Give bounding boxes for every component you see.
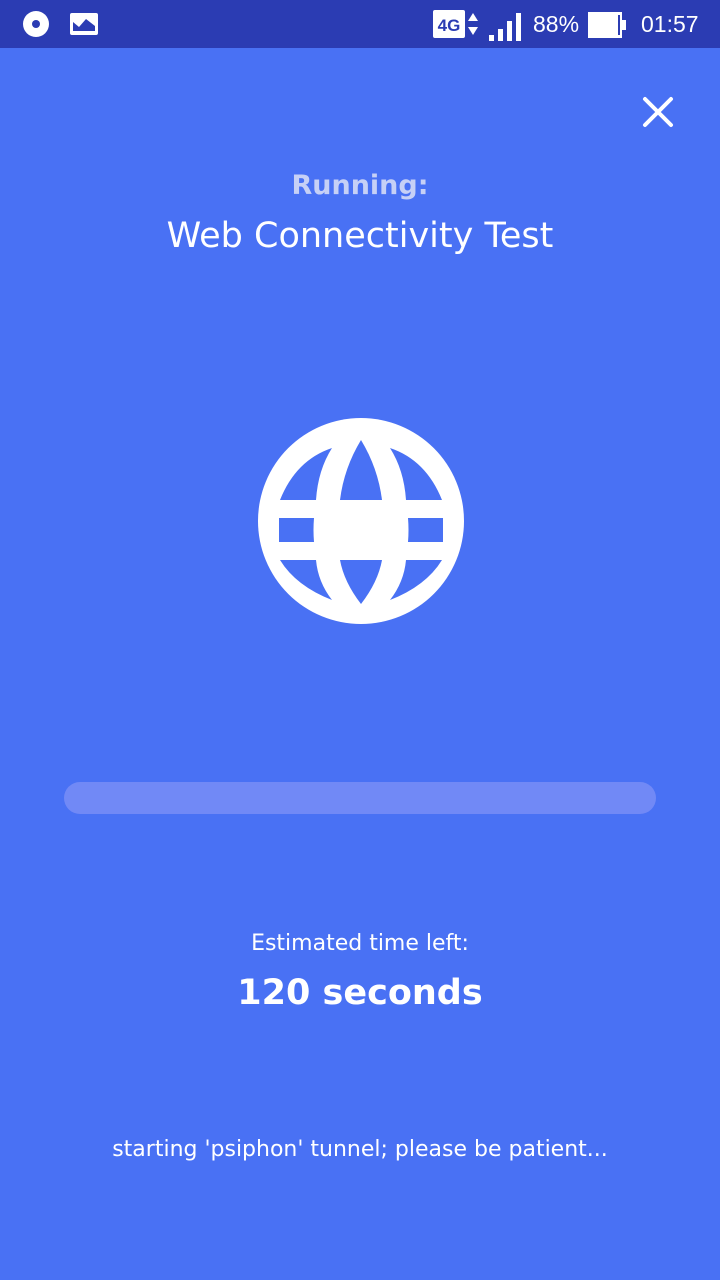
close-button[interactable] <box>632 86 684 138</box>
image-icon <box>68 10 100 42</box>
running-label: Running: <box>291 170 429 201</box>
clock: 01:57 <box>641 11 699 37</box>
signal-icon <box>488 12 524 46</box>
eta-label: Estimated time left: <box>251 931 469 956</box>
data-activity-icon <box>466 10 480 42</box>
log-text: starting 'psiphon' tunnel; please be pat… <box>112 1137 608 1162</box>
close-icon <box>643 97 673 127</box>
eta-value: 120 seconds <box>237 973 483 1013</box>
globe-icon <box>258 418 464 624</box>
battery-icon <box>587 11 627 43</box>
network-type: 4G <box>433 10 465 38</box>
status-bar: 4G 88% 01:57 <box>0 0 720 48</box>
test-name: Web Connectivity Test <box>166 216 554 256</box>
progress-bar <box>64 782 656 814</box>
battery-percent: 88% <box>533 11 580 37</box>
record-icon <box>22 10 50 42</box>
